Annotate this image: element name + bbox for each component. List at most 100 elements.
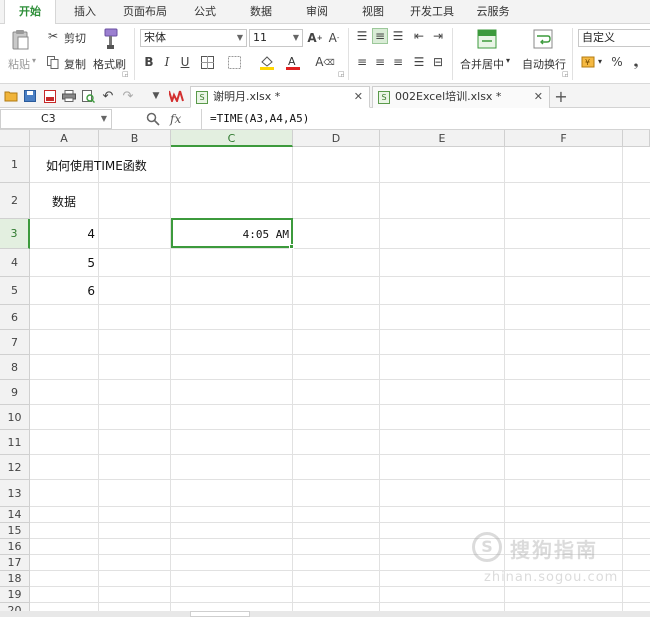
close-icon[interactable]: ✕ <box>534 87 543 107</box>
chevron-down-icon[interactable]: ▾ <box>598 57 602 66</box>
cell-a2[interactable]: 数据 <box>52 183 76 219</box>
zoom-search-icon[interactable] <box>146 109 160 129</box>
doc-tab[interactable]: S 002Excel培训.xlsx * ✕ <box>372 86 550 108</box>
align-center-icon[interactable]: ≡ <box>372 54 388 70</box>
font-color-icon[interactable]: A <box>284 54 302 70</box>
merge-center-button[interactable]: 合并居中 <box>460 56 504 72</box>
justify-icon[interactable]: ☰ <box>411 54 427 70</box>
fill-color-icon[interactable] <box>258 54 276 70</box>
cell-border-icon[interactable] <box>226 54 242 70</box>
format-painter-icon[interactable] <box>98 27 122 51</box>
row-header[interactable]: 17 <box>0 555 30 571</box>
row-header[interactable]: 9 <box>0 380 30 405</box>
print-preview-icon[interactable] <box>80 88 96 104</box>
column-header-e[interactable]: E <box>380 130 505 147</box>
font-name-select[interactable]: 宋体 ▼ <box>140 29 247 47</box>
chevron-down-icon[interactable]: ▾ <box>506 56 510 65</box>
tab-home[interactable]: 开始 <box>4 0 56 25</box>
align-bottom-icon[interactable]: ☰ <box>390 28 406 44</box>
align-right-icon[interactable]: ≡ <box>390 54 406 70</box>
save-icon[interactable] <box>22 88 38 104</box>
wrap-text-icon[interactable] <box>532 28 554 50</box>
close-icon[interactable]: ✕ <box>354 87 363 107</box>
cell-a3[interactable]: 4 <box>31 219 99 249</box>
bold-icon[interactable]: B <box>142 54 156 70</box>
column-header-f[interactable]: F <box>505 130 623 147</box>
number-format-select[interactable]: 自定义 <box>578 29 650 47</box>
paste-dropdown-icon[interactable]: ▾ <box>32 56 36 65</box>
paste-icon[interactable] <box>8 28 32 52</box>
align-middle-icon[interactable]: ≡ <box>372 28 388 44</box>
increase-indent-icon[interactable]: ⇥ <box>430 28 446 44</box>
row-header[interactable]: 5 <box>0 277 30 305</box>
row-header[interactable]: 19 <box>0 587 30 603</box>
open-folder-icon[interactable] <box>3 88 19 104</box>
column-header-a[interactable]: A <box>30 130 99 147</box>
tab-page-layout[interactable]: 页面布局 <box>114 0 176 24</box>
comma-style-icon[interactable]: ❟ <box>630 54 642 70</box>
row-header[interactable]: 7 <box>0 330 30 355</box>
fill-handle[interactable] <box>289 244 294 249</box>
row-header[interactable]: 11 <box>0 430 30 455</box>
name-box[interactable]: C3 ▼ <box>0 109 112 129</box>
redo-icon[interactable]: ↷ <box>120 88 136 104</box>
tab-formulas[interactable]: 公式 <box>182 0 228 24</box>
cell-a5[interactable]: 6 <box>31 277 99 305</box>
undo-icon[interactable]: ↶ <box>100 88 116 104</box>
row-header[interactable]: 12 <box>0 455 30 480</box>
doc-tab-active[interactable]: S 谢明月.xlsx * ✕ <box>190 86 370 108</box>
tab-cloud-service[interactable]: 云服务 <box>468 0 518 24</box>
export-pdf-icon[interactable] <box>42 88 58 104</box>
row-header[interactable]: 16 <box>0 539 30 555</box>
wrap-text-button[interactable]: 自动换行 <box>522 56 566 72</box>
font-launcher-icon[interactable]: ◲ <box>338 70 345 78</box>
formula-input[interactable]: =TIME(A3,A4,A5) <box>201 109 650 129</box>
font-size-select[interactable]: 11 ▼ <box>249 29 303 47</box>
tab-review[interactable]: 审阅 <box>294 0 340 24</box>
row-header[interactable]: 8 <box>0 355 30 380</box>
row-header[interactable]: 2 <box>0 183 30 219</box>
row-header[interactable]: 14 <box>0 507 30 523</box>
clipboard-launcher-icon[interactable]: ◲ <box>122 70 129 78</box>
cut-button[interactable]: 剪切 <box>64 30 86 46</box>
distributed-icon[interactable]: ⊟ <box>430 54 446 70</box>
align-left-icon[interactable]: ≡ <box>354 54 370 70</box>
decrease-indent-icon[interactable]: ⇤ <box>411 28 427 44</box>
tab-view[interactable]: 视图 <box>350 0 396 24</box>
currency-format-icon[interactable]: ¥ <box>580 54 598 70</box>
horizontal-scrollbar[interactable] <box>0 611 650 617</box>
cell-a4[interactable]: 5 <box>31 249 99 277</box>
row-header[interactable]: 3 <box>0 219 30 249</box>
tab-insert[interactable]: 插入 <box>62 0 108 24</box>
percent-icon[interactable]: % <box>610 54 624 70</box>
column-header-b[interactable]: B <box>99 130 171 147</box>
alignment-launcher-icon[interactable]: ◲ <box>562 70 569 78</box>
wps-logo-icon[interactable] <box>169 88 185 104</box>
copy-icon[interactable] <box>46 55 60 69</box>
column-header-d[interactable]: D <box>293 130 380 147</box>
print-icon[interactable] <box>61 88 77 104</box>
row-header[interactable]: 18 <box>0 571 30 587</box>
copy-button[interactable]: 复制 <box>64 56 86 72</box>
italic-icon[interactable]: I <box>160 54 174 70</box>
paste-button[interactable]: 粘贴 <box>8 56 30 72</box>
underline-icon[interactable]: U <box>178 54 192 70</box>
column-header-c[interactable]: C <box>171 130 293 147</box>
tab-data[interactable]: 数据 <box>238 0 284 24</box>
clear-format-icon[interactable]: A ⌫ <box>315 54 335 70</box>
row-header[interactable]: 20 <box>0 603 30 611</box>
cell-a1[interactable]: 如何使用TIME函数 <box>46 147 147 183</box>
merge-center-icon[interactable] <box>476 28 498 50</box>
increase-font-icon[interactable]: A + <box>307 29 323 47</box>
row-header[interactable]: 13 <box>0 480 30 507</box>
row-header[interactable]: 1 <box>0 147 30 183</box>
row-header[interactable]: 15 <box>0 523 30 539</box>
scissors-icon[interactable]: ✂ <box>46 29 60 43</box>
decrease-font-icon[interactable]: A- <box>326 29 342 47</box>
row-header[interactable]: 10 <box>0 405 30 430</box>
scrollbar-thumb[interactable] <box>190 611 250 617</box>
select-all-corner[interactable] <box>0 130 30 147</box>
row-header[interactable]: 6 <box>0 305 30 330</box>
border-icon[interactable] <box>199 54 215 70</box>
insert-function-button[interactable]: fx <box>170 109 181 129</box>
